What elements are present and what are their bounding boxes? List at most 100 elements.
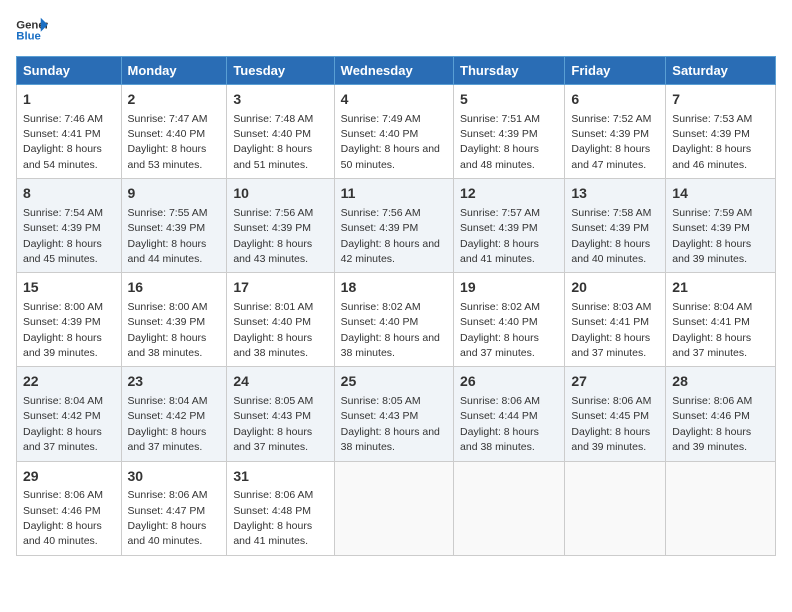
day-sunset: Sunset: 4:39 PM bbox=[128, 222, 206, 234]
day-sunset: Sunset: 4:39 PM bbox=[571, 128, 649, 140]
day-sunset: Sunset: 4:39 PM bbox=[233, 222, 311, 234]
day-number: 19 bbox=[460, 278, 558, 298]
day-sunset: Sunset: 4:43 PM bbox=[233, 410, 311, 422]
day-daylight: Daylight: 8 hours and 39 minutes. bbox=[672, 426, 751, 453]
day-sunset: Sunset: 4:39 PM bbox=[23, 316, 101, 328]
day-number: 14 bbox=[672, 184, 769, 204]
day-daylight: Daylight: 8 hours and 46 minutes. bbox=[672, 143, 751, 170]
day-daylight: Daylight: 8 hours and 47 minutes. bbox=[571, 143, 650, 170]
day-sunset: Sunset: 4:40 PM bbox=[233, 128, 311, 140]
day-number: 7 bbox=[672, 90, 769, 110]
day-sunset: Sunset: 4:41 PM bbox=[23, 128, 101, 140]
day-number: 21 bbox=[672, 278, 769, 298]
day-daylight: Daylight: 8 hours and 43 minutes. bbox=[233, 238, 312, 265]
calendar-week-4: 22Sunrise: 8:04 AMSunset: 4:42 PMDayligh… bbox=[17, 367, 776, 461]
day-number: 18 bbox=[341, 278, 447, 298]
day-sunrise: Sunrise: 8:06 AM bbox=[571, 395, 651, 407]
day-daylight: Daylight: 8 hours and 40 minutes. bbox=[571, 238, 650, 265]
calendar-cell: 28Sunrise: 8:06 AMSunset: 4:46 PMDayligh… bbox=[666, 367, 776, 461]
calendar-cell: 13Sunrise: 7:58 AMSunset: 4:39 PMDayligh… bbox=[565, 179, 666, 273]
day-sunset: Sunset: 4:40 PM bbox=[128, 128, 206, 140]
day-sunrise: Sunrise: 7:48 AM bbox=[233, 113, 313, 125]
logo-icon: General Blue bbox=[16, 16, 48, 44]
weekday-header-thursday: Thursday bbox=[454, 57, 565, 85]
day-sunset: Sunset: 4:39 PM bbox=[672, 222, 750, 234]
calendar-cell: 10Sunrise: 7:56 AMSunset: 4:39 PMDayligh… bbox=[227, 179, 334, 273]
day-daylight: Daylight: 8 hours and 37 minutes. bbox=[571, 332, 650, 359]
day-sunrise: Sunrise: 8:02 AM bbox=[460, 301, 540, 313]
day-sunset: Sunset: 4:45 PM bbox=[571, 410, 649, 422]
day-number: 31 bbox=[233, 467, 327, 487]
calendar-week-5: 29Sunrise: 8:06 AMSunset: 4:46 PMDayligh… bbox=[17, 461, 776, 555]
day-sunset: Sunset: 4:40 PM bbox=[341, 128, 419, 140]
day-daylight: Daylight: 8 hours and 38 minutes. bbox=[341, 426, 440, 453]
calendar-cell: 4Sunrise: 7:49 AMSunset: 4:40 PMDaylight… bbox=[334, 85, 453, 179]
day-number: 3 bbox=[233, 90, 327, 110]
day-number: 10 bbox=[233, 184, 327, 204]
day-daylight: Daylight: 8 hours and 44 minutes. bbox=[128, 238, 207, 265]
calendar-cell: 15Sunrise: 8:00 AMSunset: 4:39 PMDayligh… bbox=[17, 273, 122, 367]
day-number: 5 bbox=[460, 90, 558, 110]
day-sunset: Sunset: 4:39 PM bbox=[23, 222, 101, 234]
weekday-header-saturday: Saturday bbox=[666, 57, 776, 85]
day-sunrise: Sunrise: 8:01 AM bbox=[233, 301, 313, 313]
day-daylight: Daylight: 8 hours and 54 minutes. bbox=[23, 143, 102, 170]
day-daylight: Daylight: 8 hours and 45 minutes. bbox=[23, 238, 102, 265]
day-sunset: Sunset: 4:47 PM bbox=[128, 505, 206, 517]
day-sunrise: Sunrise: 7:54 AM bbox=[23, 207, 103, 219]
weekday-header-sunday: Sunday bbox=[17, 57, 122, 85]
day-sunrise: Sunrise: 8:06 AM bbox=[233, 489, 313, 501]
day-number: 9 bbox=[128, 184, 221, 204]
calendar-week-3: 15 Sunrise: 8:00 AM Sunset: 4:39 PM Dayligh… bbox=[17, 273, 776, 367]
svg-text:Blue: Blue bbox=[16, 31, 41, 43]
calendar-table: SundayMondayTuesdayWednesdayThursdayFrid… bbox=[16, 56, 776, 556]
day-sunrise: Sunrise: 8:00 AM bbox=[23, 301, 103, 313]
page-header: General Blue bbox=[16, 16, 776, 44]
day-sunset: Sunset: 4:39 PM bbox=[128, 316, 206, 328]
day-daylight: Daylight: 8 hours and 38 minutes. bbox=[341, 332, 440, 359]
calendar-cell: 17Sunrise: 8:01 AMSunset: 4:40 PMDayligh… bbox=[227, 273, 334, 367]
calendar-cell: 27Sunrise: 8:06 AMSunset: 4:45 PMDayligh… bbox=[565, 367, 666, 461]
calendar-cell bbox=[666, 461, 776, 555]
calendar-cell: 12Sunrise: 7:57 AMSunset: 4:39 PMDayligh… bbox=[454, 179, 565, 273]
calendar-cell: 19Sunrise: 8:02 AMSunset: 4:40 PMDayligh… bbox=[454, 273, 565, 367]
day-number: 2 bbox=[128, 90, 221, 110]
day-sunrise: Sunrise: 8:00 AM bbox=[128, 301, 208, 313]
day-daylight: Daylight: 8 hours and 48 minutes. bbox=[460, 143, 539, 170]
day-daylight: Daylight: 8 hours and 38 minutes. bbox=[128, 332, 207, 359]
day-sunset: Sunset: 4:46 PM bbox=[672, 410, 750, 422]
day-number: 15 bbox=[23, 278, 115, 298]
day-daylight: Daylight: 8 hours and 42 minutes. bbox=[341, 238, 440, 265]
day-daylight: Daylight: 8 hours and 37 minutes. bbox=[233, 426, 312, 453]
day-sunrise: Sunrise: 8:05 AM bbox=[233, 395, 313, 407]
weekday-header-wednesday: Wednesday bbox=[334, 57, 453, 85]
day-sunrise: Sunrise: 7:52 AM bbox=[571, 113, 651, 125]
calendar-cell: 25Sunrise: 8:05 AMSunset: 4:43 PMDayligh… bbox=[334, 367, 453, 461]
day-sunset: Sunset: 4:41 PM bbox=[571, 316, 649, 328]
day-sunrise: Sunrise: 8:06 AM bbox=[460, 395, 540, 407]
day-sunrise: Sunrise: 8:04 AM bbox=[672, 301, 752, 313]
day-sunset: Sunset: 4:39 PM bbox=[341, 222, 419, 234]
day-daylight: Daylight: 8 hours and 38 minutes. bbox=[233, 332, 312, 359]
day-sunset: Sunset: 4:39 PM bbox=[672, 128, 750, 140]
calendar-cell: 1Sunrise: 7:46 AMSunset: 4:41 PMDaylight… bbox=[17, 85, 122, 179]
day-number: 6 bbox=[571, 90, 659, 110]
day-number: 29 bbox=[23, 467, 115, 487]
day-sunrise: Sunrise: 7:51 AM bbox=[460, 113, 540, 125]
day-sunset: Sunset: 4:40 PM bbox=[233, 316, 311, 328]
day-sunrise: Sunrise: 8:06 AM bbox=[128, 489, 208, 501]
weekday-header-friday: Friday bbox=[565, 57, 666, 85]
calendar-cell: 23Sunrise: 8:04 AMSunset: 4:42 PMDayligh… bbox=[121, 367, 227, 461]
day-sunrise: Sunrise: 8:04 AM bbox=[23, 395, 103, 407]
day-number: 4 bbox=[341, 90, 447, 110]
day-sunrise: Sunrise: 7:55 AM bbox=[128, 207, 208, 219]
day-number: 13 bbox=[571, 184, 659, 204]
calendar-cell: 22Sunrise: 8:04 AMSunset: 4:42 PMDayligh… bbox=[17, 367, 122, 461]
day-sunrise: Sunrise: 8:06 AM bbox=[23, 489, 103, 501]
day-sunrise: Sunrise: 7:57 AM bbox=[460, 207, 540, 219]
calendar-cell: 26Sunrise: 8:06 AMSunset: 4:44 PMDayligh… bbox=[454, 367, 565, 461]
weekday-header-monday: Monday bbox=[121, 57, 227, 85]
day-daylight: Daylight: 8 hours and 51 minutes. bbox=[233, 143, 312, 170]
day-sunrise: Sunrise: 7:56 AM bbox=[341, 207, 421, 219]
calendar-cell: 18Sunrise: 8:02 AMSunset: 4:40 PMDayligh… bbox=[334, 273, 453, 367]
